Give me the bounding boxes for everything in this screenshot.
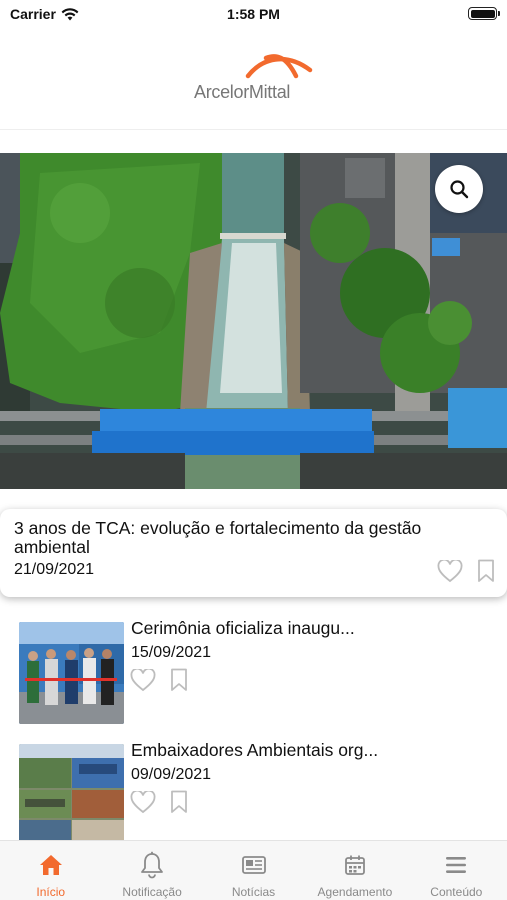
menu-icon [446, 857, 467, 873]
featured-news-card[interactable]: 3 anos de TCA: evolução e fortalecimento… [0, 509, 507, 597]
bookmark-icon[interactable] [477, 559, 495, 583]
logo-swoosh-icon [245, 54, 313, 79]
tab-noticias[interactable]: Notícias [203, 841, 304, 900]
tab-agendamento[interactable]: Agendamento [304, 841, 405, 900]
tab-notificacao[interactable]: Notificação [101, 841, 202, 900]
bookmark-icon[interactable] [170, 668, 188, 692]
list-item[interactable]: Cerimônia oficializa inaugu... 15/09/202… [19, 618, 499, 724]
status-time: 1:58 PM [227, 6, 280, 22]
tab-label: Notificação [122, 885, 182, 899]
featured-news-title: 3 anos de TCA: evolução e fortalecimento… [14, 518, 422, 557]
list-item[interactable]: Embaixadores Ambientais org... 09/09/202… [19, 740, 499, 840]
bell-icon [141, 851, 164, 879]
heart-icon[interactable] [130, 668, 156, 692]
news-thumbnail [19, 622, 124, 724]
tab-conteudo[interactable]: Conteúdo [406, 841, 507, 900]
tab-label: Agendamento [317, 885, 393, 899]
newspaper-icon [241, 856, 266, 874]
battery-icon [468, 7, 500, 20]
hero-image [0, 153, 507, 489]
home-icon [39, 855, 62, 875]
news-list: Cerimônia oficializa inaugu... 15/09/202… [0, 618, 507, 840]
tab-label: Notícias [231, 885, 276, 899]
news-date: 15/09/2021 [131, 644, 212, 661]
heart-icon[interactable] [437, 559, 463, 583]
news-actions [130, 668, 188, 692]
featured-news-actions [437, 559, 495, 583]
heart-icon[interactable] [130, 790, 156, 814]
news-actions [130, 790, 188, 814]
featured-news-date: 21/09/2021 [14, 561, 95, 578]
search-icon [450, 180, 469, 199]
tab-label: Início [36, 885, 66, 899]
brand-logo: ArcelorMittal [190, 48, 315, 108]
news-title: Cerimônia oficializa inaugu... [131, 618, 355, 638]
news-thumbnail [19, 744, 124, 840]
bookmark-icon[interactable] [170, 790, 188, 814]
status-bar: Carrier 1:58 PM [0, 0, 507, 30]
news-title: Embaixadores Ambientais org... [131, 740, 379, 760]
app-header: ArcelorMittal [0, 30, 507, 130]
tab-bar: Início Notificação Notícias Agendamento … [0, 840, 507, 900]
tab-label: Conteúdo [430, 885, 483, 899]
logo-text: ArcelorMittal [194, 82, 291, 102]
search-button[interactable] [435, 165, 483, 213]
calendar-icon [345, 855, 365, 875]
hero-banner[interactable] [0, 153, 507, 489]
news-date: 09/09/2021 [131, 766, 212, 783]
tab-inicio[interactable]: Início [0, 841, 101, 900]
